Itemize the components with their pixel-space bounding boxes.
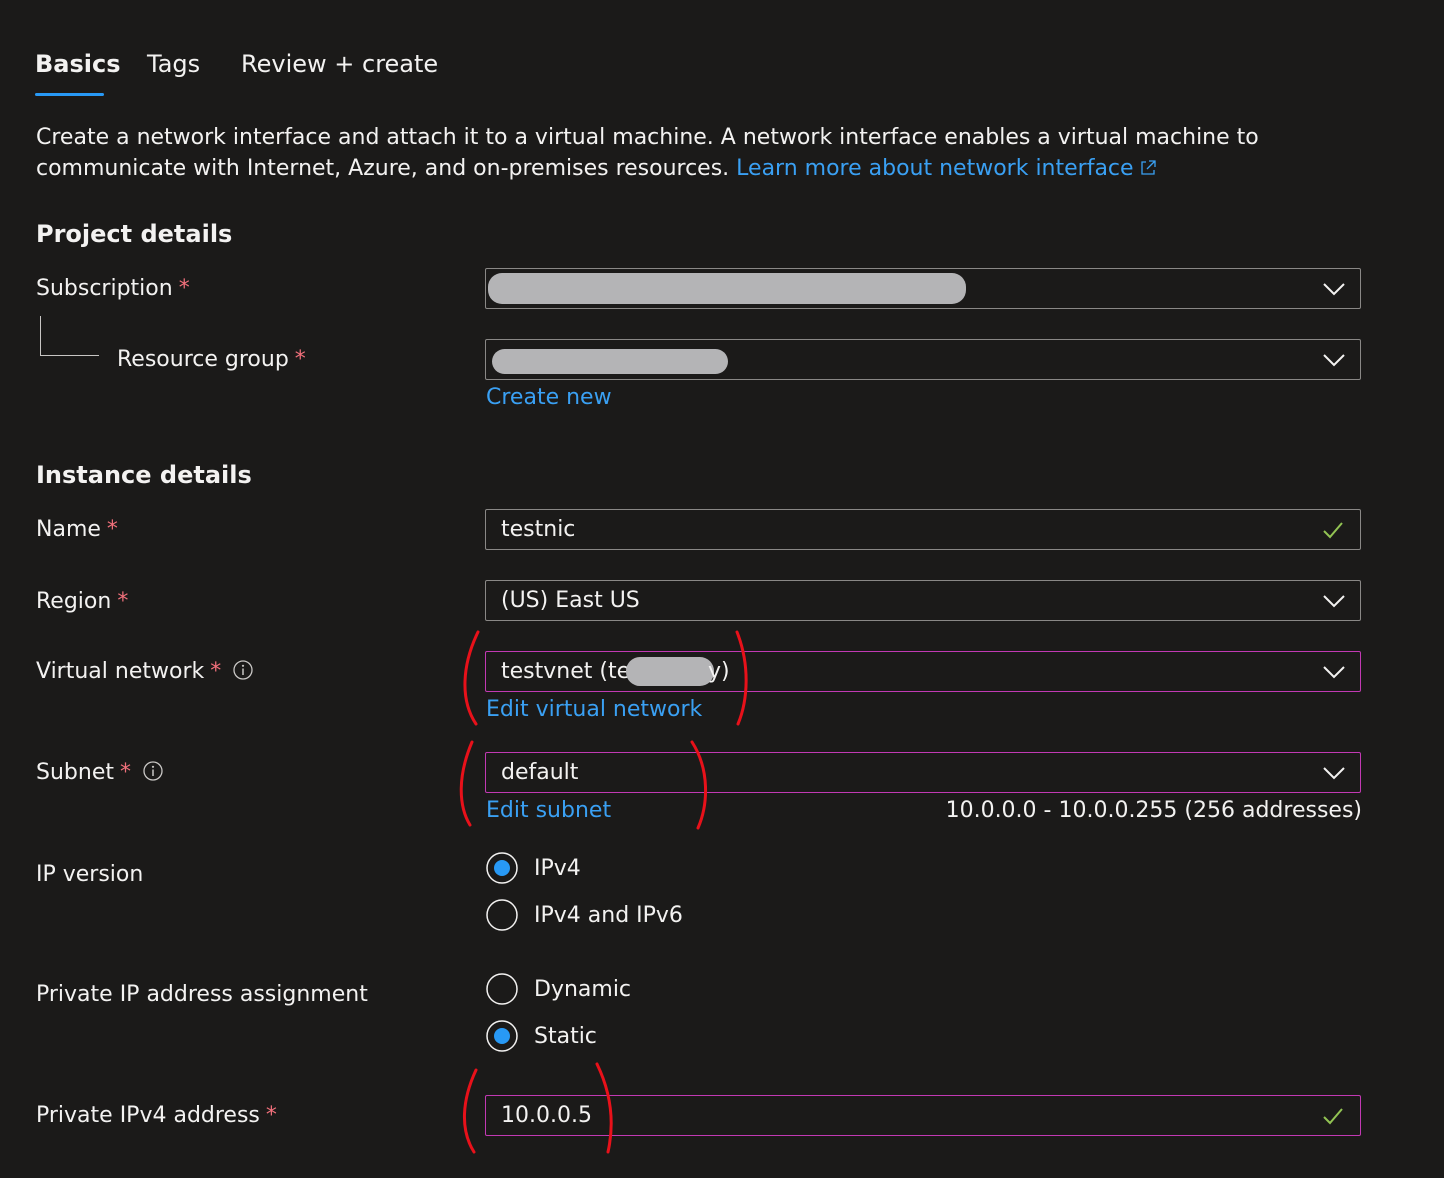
virtual-network-value-start: testvnet (tes — [501, 659, 642, 684]
chevron-down-icon — [1323, 283, 1345, 296]
private-ipv4-value: 10.0.0.5 — [501, 1103, 592, 1128]
annotation-bracket — [459, 740, 474, 827]
private-ip-assignment-label: Private IP address assignment — [36, 982, 368, 1007]
learn-more-link-text: Learn more about network interface — [736, 156, 1134, 181]
required-marker: * — [210, 659, 222, 684]
resource-group-dropdown[interactable] — [485, 339, 1361, 380]
chevron-down-icon — [1323, 767, 1345, 780]
redacted-value — [488, 273, 966, 304]
radio-label-dynamic: Dynamic — [534, 977, 632, 1002]
subscription-dropdown[interactable] — [485, 268, 1361, 309]
chevron-down-icon — [1323, 595, 1345, 608]
region-label: Region * — [36, 589, 128, 614]
annotation-bracket — [463, 630, 480, 726]
resource-group-label-text: Resource group — [117, 347, 289, 372]
tab-label: Tags — [147, 50, 201, 78]
page-description: Create a network interface and attach it… — [36, 122, 1396, 184]
external-link-icon — [1140, 160, 1156, 175]
ip-version-label: IP version — [36, 862, 144, 887]
required-marker: * — [294, 347, 306, 372]
active-tab-indicator — [35, 93, 104, 96]
learn-more-link[interactable]: Learn more about network interface — [736, 156, 1156, 181]
region-dropdown[interactable]: (US) East US — [485, 580, 1361, 621]
hierarchy-connector — [40, 316, 99, 356]
region-label-text: Region — [36, 589, 112, 614]
chevron-down-icon — [1323, 354, 1345, 367]
project-details-heading: Project details — [36, 220, 233, 248]
instance-details-heading: Instance details — [36, 461, 252, 489]
redacted-value — [492, 349, 728, 374]
tab-label: Basics — [35, 50, 121, 78]
radio-static[interactable] — [486, 1020, 518, 1052]
subnet-address-range: 10.0.0.0 - 10.0.0.255 (256 addresses) — [945, 798, 1362, 823]
radio-label-ipv4: IPv4 — [534, 856, 581, 881]
resource-group-label: Resource group * — [117, 347, 306, 372]
chevron-down-icon — [1323, 666, 1345, 679]
radio-ipv4-and-ipv6[interactable] — [486, 899, 518, 931]
virtual-network-dropdown[interactable]: testvnet (tes y) — [485, 651, 1361, 692]
tab-basics[interactable]: Basics — [35, 50, 121, 78]
tab-tags[interactable]: Tags — [147, 50, 200, 78]
tab-review-create[interactable]: Review + create — [241, 50, 438, 78]
checkmark-icon — [1323, 1108, 1343, 1125]
private-ipv4-label-text: Private IPv4 address — [36, 1103, 260, 1128]
subnet-label-text: Subnet — [36, 760, 114, 785]
redacted-value — [626, 657, 714, 686]
edit-subnet-link[interactable]: Edit subnet — [486, 798, 611, 823]
name-input-value: testnic — [501, 517, 576, 542]
radio-label-static: Static — [534, 1024, 597, 1049]
tab-label: Review + create — [241, 50, 439, 78]
private-ipv4-label: Private IPv4 address * — [36, 1103, 277, 1128]
required-marker: * — [178, 276, 190, 301]
checkmark-icon — [1323, 522, 1343, 539]
radio-ipv4[interactable] — [486, 852, 518, 884]
info-icon[interactable] — [233, 660, 253, 680]
required-marker: * — [265, 1103, 277, 1128]
required-marker: * — [117, 589, 129, 614]
required-marker: * — [106, 517, 118, 542]
virtual-network-value-end: y) — [708, 659, 730, 684]
subnet-value: default — [501, 760, 579, 785]
radio-dynamic[interactable] — [486, 973, 518, 1005]
subscription-label-text: Subscription — [36, 276, 173, 301]
info-icon[interactable] — [143, 761, 163, 781]
subnet-label: Subnet * — [36, 760, 163, 785]
virtual-network-label: Virtual network * — [36, 659, 253, 684]
private-ipv4-input[interactable]: 10.0.0.5 — [485, 1095, 1361, 1136]
annotation-bracket — [463, 1068, 478, 1154]
create-new-link[interactable]: Create new — [486, 385, 612, 410]
radio-label-ipv4-and-ipv6: IPv4 and IPv6 — [534, 903, 683, 928]
name-label: Name * — [36, 517, 118, 542]
name-label-text: Name — [36, 517, 101, 542]
virtual-network-label-text: Virtual network — [36, 659, 205, 684]
edit-virtual-network-link[interactable]: Edit virtual network — [486, 697, 702, 722]
required-marker: * — [119, 760, 131, 785]
subscription-label: Subscription * — [36, 276, 190, 301]
subnet-dropdown[interactable]: default — [485, 752, 1361, 793]
name-input[interactable]: testnic — [485, 509, 1361, 550]
region-value: (US) East US — [501, 588, 640, 613]
